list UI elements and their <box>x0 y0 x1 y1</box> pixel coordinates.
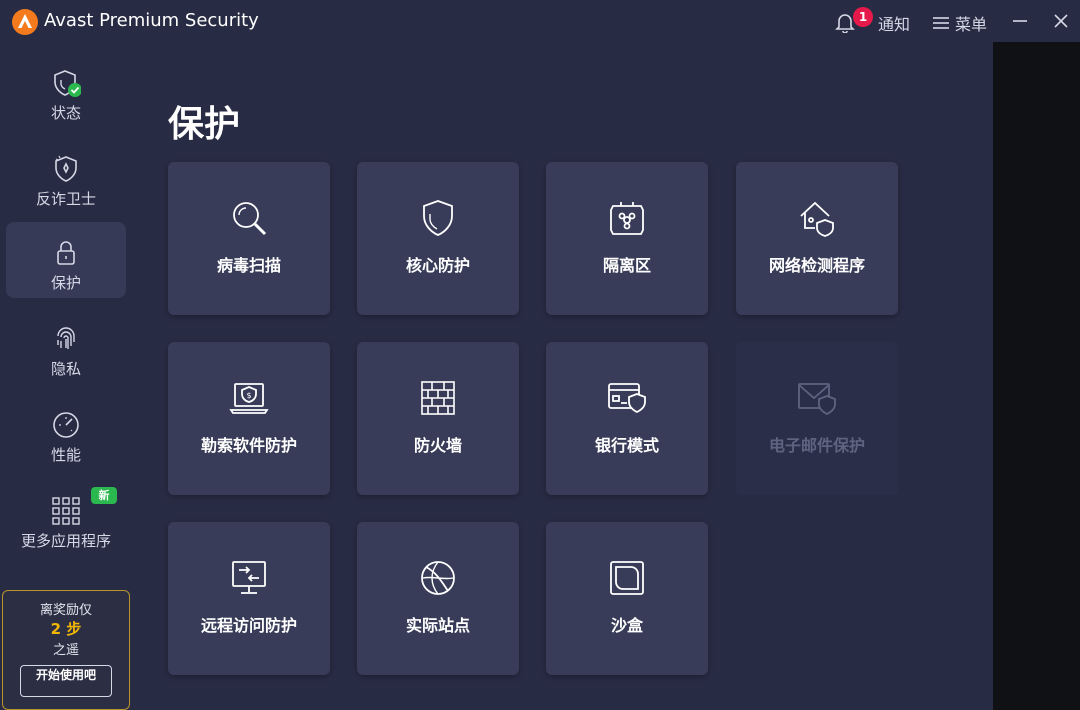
sandbox-icon <box>607 558 647 598</box>
tile-label: 勒索软件防护 <box>200 436 297 455</box>
brick-wall-icon <box>418 378 458 418</box>
notifications-button[interactable]: 通知 <box>878 11 910 35</box>
magnifier-icon <box>229 198 269 238</box>
reward-steps: 2 步 <box>50 620 82 638</box>
tile-label: 核心防护 <box>405 256 470 275</box>
sidebar-item-label: 性能 <box>50 446 81 464</box>
tile-label: 病毒扫描 <box>216 256 281 275</box>
close-button[interactable] <box>1051 10 1071 32</box>
tile-label: 银行模式 <box>594 436 659 455</box>
home-network-shield-icon <box>797 198 837 238</box>
tile-label: 沙盒 <box>610 616 643 635</box>
sidebar-item-label: 状态 <box>50 104 81 122</box>
tile-firewall[interactable]: 防火墙 <box>357 342 519 495</box>
tile-label: 隔离区 <box>602 256 651 275</box>
sidebar-item-protection[interactable]: 保护 <box>6 222 126 298</box>
minimize-button[interactable] <box>1010 10 1030 32</box>
tile-label: 实际站点 <box>405 616 470 635</box>
tile-label: 网络检测程序 <box>768 256 865 275</box>
tile-remote-access-shield[interactable]: 远程访问防护 <box>168 522 330 675</box>
lock-icon <box>51 238 81 268</box>
menu-button[interactable]: 菜单 <box>955 11 987 35</box>
tile-email-shield[interactable]: 电子邮件保护 <box>736 342 898 495</box>
card-shield-icon <box>607 378 647 418</box>
tile-network-inspector[interactable]: 网络检测程序 <box>736 162 898 315</box>
notification-count-badge: 1 <box>853 7 873 27</box>
reward-line-1: 离奖励仅 <box>39 603 92 618</box>
tile-bank-mode[interactable]: 银行模式 <box>546 342 708 495</box>
tile-label: 远程访问防护 <box>200 616 297 635</box>
reward-panel: 离奖励仅 2 步 之遥 开始使用吧 <box>2 590 130 710</box>
reward-line-3: 之遥 <box>52 643 79 658</box>
tile-sandbox[interactable]: 沙盒 <box>546 522 708 675</box>
apps-grid-icon <box>51 496 81 526</box>
sidebar-item-privacy[interactable]: 隐私 <box>6 308 126 384</box>
page-title: 保护 <box>168 104 241 145</box>
sidebar-item-label: 隐私 <box>50 360 81 378</box>
sidebar-item-label: 保护 <box>50 274 81 292</box>
background-region <box>993 42 1080 710</box>
biohazard-box-icon <box>607 198 647 238</box>
sidebar-item-performance[interactable]: 性能 <box>6 394 126 470</box>
tile-core-shields[interactable]: 核心防护 <box>357 162 519 315</box>
sidebar-item-label: 反诈卫士 <box>35 190 96 208</box>
remote-monitor-icon <box>229 558 269 598</box>
fingerprint-icon <box>51 324 81 354</box>
get-started-button[interactable]: 开始使用吧 <box>20 665 112 697</box>
laptop-dollar-shield-icon: $ <box>229 378 269 418</box>
shield-check-icon <box>51 68 82 98</box>
app-title: Avast Premium Security <box>44 10 259 31</box>
shield-icon <box>418 198 458 238</box>
shield-star-icon <box>51 154 81 184</box>
tile-real-site[interactable]: 实际站点 <box>357 522 519 675</box>
hamburger-menu-icon[interactable] <box>933 15 949 29</box>
title-bar: Avast Premium Security 1 通知 菜单 <box>0 0 1080 42</box>
tile-virus-scan[interactable]: 病毒扫描 <box>168 162 330 315</box>
avast-logo-icon <box>12 9 38 35</box>
mail-shield-icon <box>797 378 837 418</box>
new-badge: 新 <box>91 487 117 504</box>
tile-quarantine[interactable]: 隔离区 <box>546 162 708 315</box>
sidebar-item-anti-fraud[interactable]: 反诈卫士 <box>6 138 126 214</box>
tile-label: 电子邮件保护 <box>768 436 865 455</box>
sidebar-item-status[interactable]: 状态 <box>6 52 126 128</box>
globe-icon <box>418 558 458 598</box>
speedometer-icon <box>51 410 81 440</box>
svg-text:$: $ <box>246 391 251 400</box>
sidebar-item-label: 更多应用程序 <box>20 532 111 550</box>
tile-ransomware-shield[interactable]: $ 勒索软件防护 <box>168 342 330 495</box>
tile-label: 防火墙 <box>413 436 462 455</box>
